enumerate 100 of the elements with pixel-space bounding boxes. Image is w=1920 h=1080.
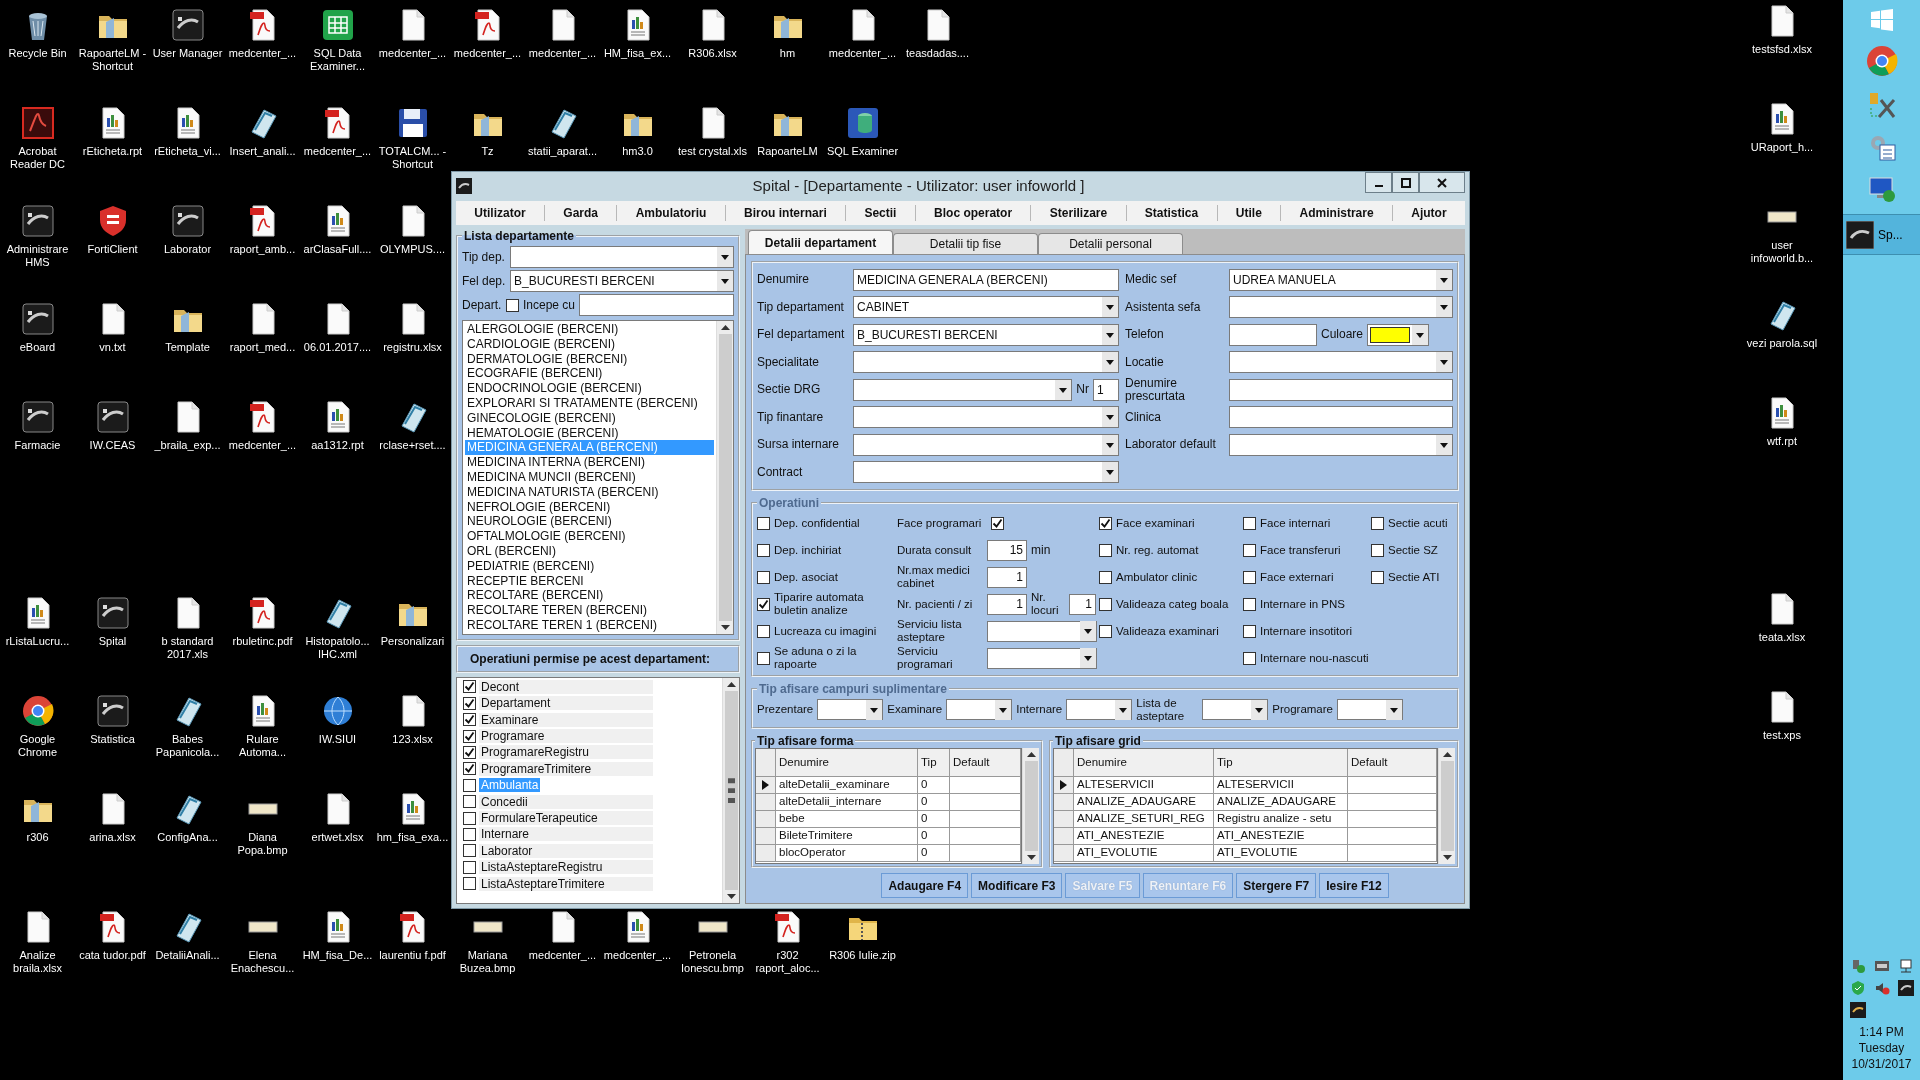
icon-label[interactable]: Laborator [163,243,212,256]
caret-icon[interactable] [1055,379,1072,400]
icon-label[interactable]: rListaLucru... [5,635,70,648]
icon-label[interactable]: DetaliiAnali... [155,949,220,962]
caret-icon[interactable] [1115,699,1132,720]
column-header[interactable]: Denumire [776,748,918,777]
icon-label[interactable]: Template [165,341,210,354]
checkbox[interactable] [991,516,1005,530]
scroll-up-icon[interactable] [1442,750,1452,757]
icon-label[interactable]: medcenter_... [453,47,522,60]
checkbox[interactable] [757,624,770,638]
menu-item[interactable]: Bloc operator [914,205,1031,221]
list-item[interactable]: RECOLTARE (BERCENI) [465,588,714,604]
icon-label[interactable]: rbuletinc.pdf [232,635,293,648]
list-item[interactable]: HEMATOLOGIE (BERCENI) [465,425,714,441]
icon-label[interactable]: RapoarteLM - Shortcut [76,47,149,73]
icon-label[interactable]: Google Chrome [1,733,74,759]
column-header[interactable]: Default [950,748,1021,777]
icon-label[interactable]: medcenter_... [228,47,297,60]
icon-label[interactable]: Personalizari [380,635,445,648]
checkbox[interactable] [463,877,476,891]
icon-label[interactable]: Diana Popa.bmp [226,831,299,857]
app-icon[interactable] [20,204,55,238]
checkbox[interactable] [463,729,476,743]
dropdown-field[interactable]: CABINET [853,296,1119,318]
icon-label[interactable]: FortiClient [87,243,138,256]
list-item[interactable]: EXPLORARI SI TRATAMENTE (BERCENI) [465,396,714,411]
minimize-button[interactable] [1365,172,1392,193]
text-field[interactable] [1229,378,1453,401]
icon-label[interactable]: Spital [98,635,127,648]
caret-icon[interactable] [1436,434,1452,455]
icon-label[interactable]: medcenter_... [603,949,672,962]
list-item[interactable]: Programare [479,729,653,744]
dropdown-field[interactable] [1337,699,1403,720]
icon-label[interactable]: r306 [26,831,49,844]
dropdown-field[interactable] [853,433,1119,456]
caret-icon[interactable] [1102,434,1118,455]
tab[interactable]: Detalii personal [1038,233,1183,254]
scroll-up-icon[interactable] [720,324,730,330]
checkbox[interactable] [463,827,476,841]
caret-icon[interactable] [1412,324,1429,345]
app-icon[interactable] [170,204,205,238]
icon-label[interactable]: medcenter_... [303,145,372,158]
volume-muted-icon[interactable] [1873,980,1890,996]
caret-icon[interactable] [1102,324,1118,345]
list-item[interactable]: PEDIATRIE (BERCENI) [465,558,714,574]
action-button[interactable]: Iesire F12 [1319,873,1389,898]
scrollbar[interactable] [1022,747,1039,864]
icon-label[interactable]: TOTALCM... - Shortcut [376,145,449,171]
dropdown-field[interactable] [1229,433,1453,456]
list-item[interactable]: Laborator [479,843,653,858]
icon-label[interactable]: Histopatolo... IHC.xml [301,635,374,661]
column-header[interactable]: Denumire [1074,748,1214,777]
icon-label[interactable]: Petronela Ionescu.bmp [676,949,749,975]
list-item[interactable]: Departament [479,696,653,711]
caret-icon[interactable] [866,699,883,720]
app-icon[interactable] [95,694,130,728]
text-field[interactable] [1229,323,1317,346]
caret-icon[interactable] [1102,297,1118,317]
database-icon[interactable] [845,106,880,140]
scrollbar[interactable] [722,677,739,903]
dropdown-field[interactable] [853,461,1119,483]
dropdown-field[interactable] [1229,296,1453,318]
icon-label[interactable]: Administrare HMS [1,243,74,269]
column-header[interactable]: Tip [918,748,950,777]
icon-label[interactable]: SQL Examiner [826,145,899,158]
icon-label[interactable]: statii_aparat... [527,145,598,158]
dropdown-field[interactable] [853,378,1073,401]
dropdown-field[interactable] [1202,699,1269,720]
list-item[interactable]: RECOLTARE TEREN 1 (BERCENI) [465,617,714,633]
icon-label[interactable]: test crystal.xls [677,145,748,158]
menu-item[interactable]: Ajutor [1391,205,1465,221]
caret-icon[interactable] [1386,699,1402,720]
checkbox[interactable] [1371,570,1384,584]
checkbox[interactable] [1243,651,1256,665]
checkbox[interactable] [1099,624,1112,638]
number-field[interactable]: 15 [987,539,1027,561]
app-icon[interactable] [1897,980,1914,996]
icon-label[interactable]: eBoard [19,341,56,354]
document-app-icon[interactable] [20,106,55,140]
checkbox[interactable] [757,651,770,665]
list-item[interactable]: FormulareTerapeutice [479,811,653,826]
menu-item[interactable]: Sterilizare [1030,205,1126,221]
column-header[interactable]: Tip [1214,748,1348,777]
icon-label[interactable]: ertwet.xlsx [311,831,364,844]
icon-label[interactable]: arina.xlsx [89,831,136,844]
checkbox[interactable] [463,844,476,858]
icon-label[interactable]: arClasaFull.... [303,243,372,256]
app-icon[interactable] [20,302,55,336]
list-item[interactable]: CARDIOLOGIE (BERCENI) [465,336,714,352]
icon-label[interactable]: Insert_anali... [229,145,296,158]
icon-label[interactable]: R306 Iulie.zip [829,949,896,962]
list-item[interactable]: ORL (BERCENI) [465,543,714,559]
checkbox[interactable] [463,811,476,825]
menu-item[interactable]: Sectii [845,205,915,221]
scroll-down-icon[interactable] [1026,855,1036,861]
dropdown-field[interactable] [510,246,734,268]
dropdown-field[interactable]: UDREA MANUELA [1229,268,1453,291]
icon-label[interactable]: b standard 2017.xls [151,635,224,661]
icon-label[interactable]: 123.xlsx [392,733,433,746]
